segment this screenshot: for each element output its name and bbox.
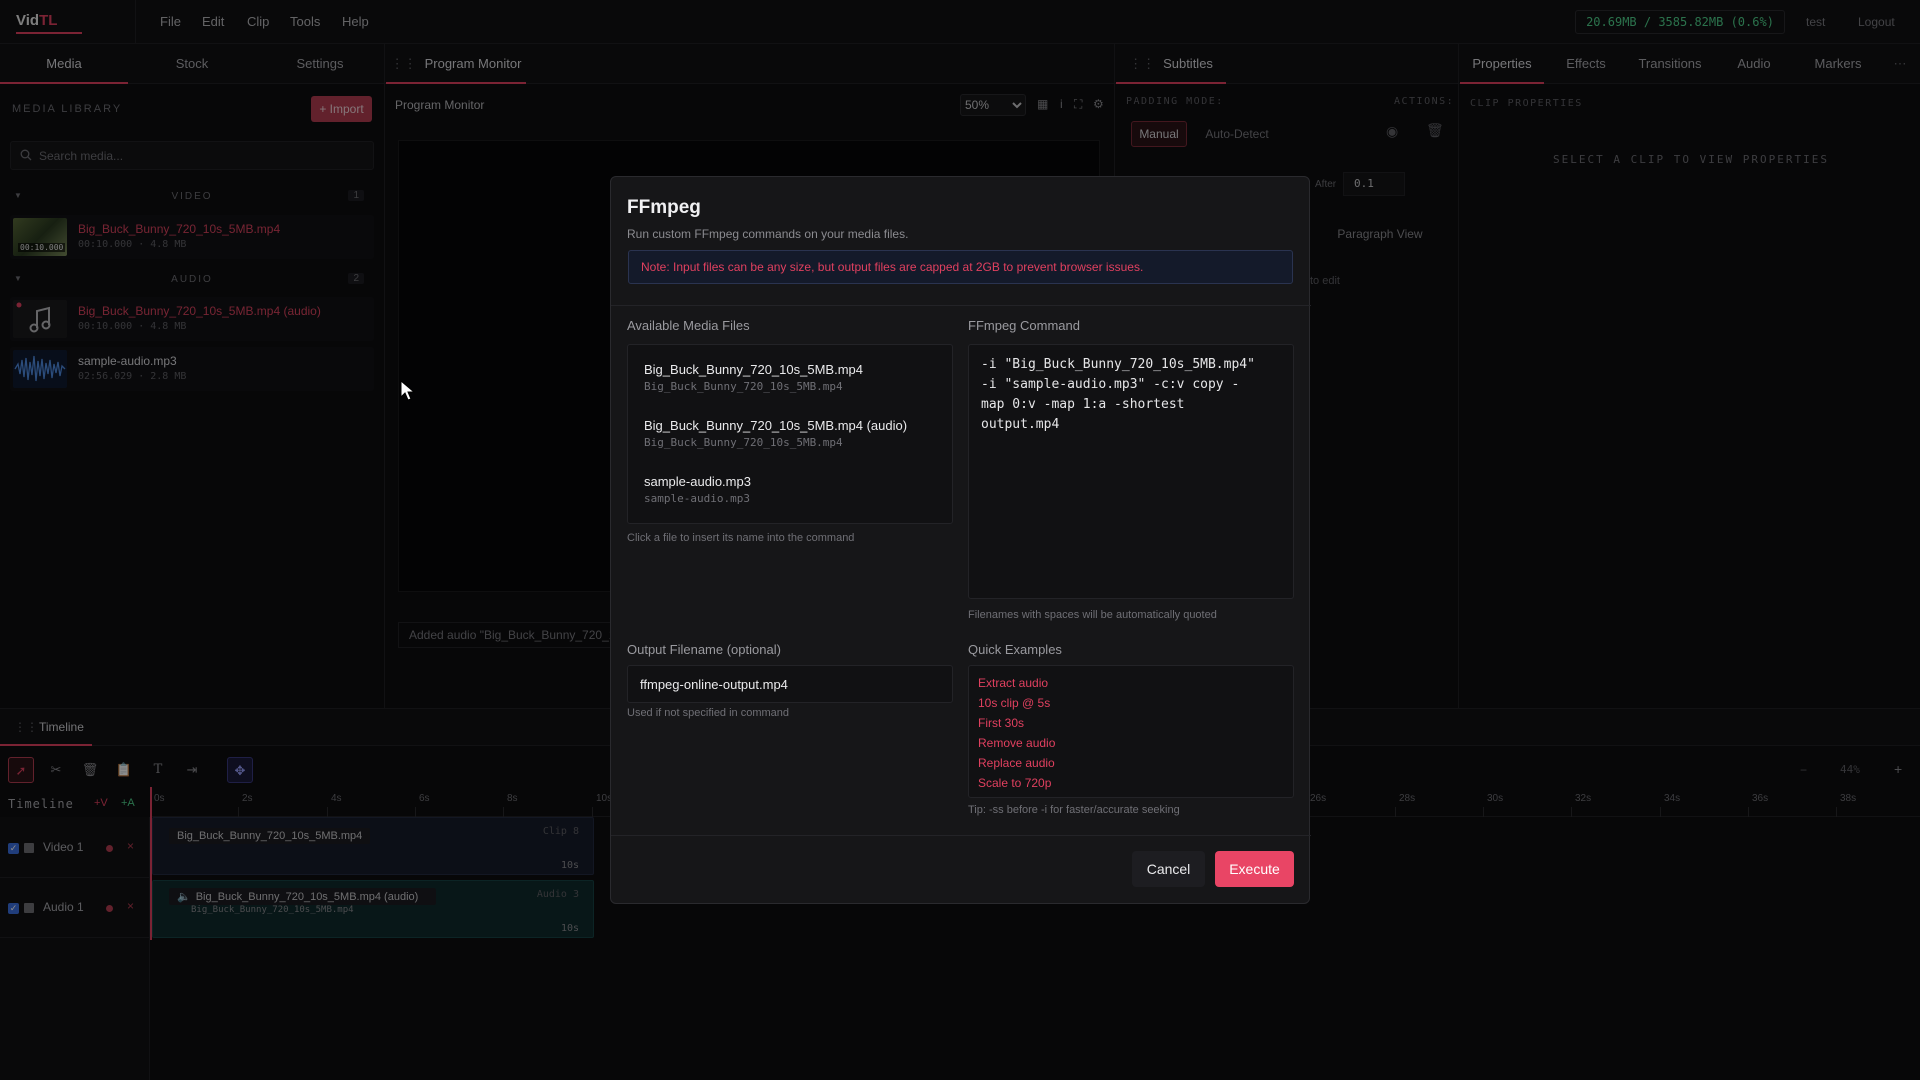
dialog-subtitle: Run custom FFmpeg commands on your media…	[627, 227, 909, 241]
file-name: Big_Buck_Bunny_720_10s_5MB.mp4	[644, 362, 863, 377]
file-sub: Big_Buck_Bunny_720_10s_5MB.mp4	[644, 380, 843, 393]
file-entry[interactable]: Big_Buck_Bunny_720_10s_5MB.mp4 Big_Buck_…	[644, 362, 944, 406]
files-hint: Click a file to insert its name into the…	[627, 532, 855, 544]
size-limit-note: Note: Input files can be any size, but o…	[628, 250, 1293, 284]
example-scale-720p[interactable]: Scale to 720p	[978, 773, 1284, 793]
file-entry[interactable]: Big_Buck_Bunny_720_10s_5MB.mp4 (audio) B…	[644, 418, 944, 462]
ffmpeg-dialog: FFmpeg Run custom FFmpeg commands on you…	[610, 176, 1311, 904]
divider	[611, 835, 1311, 836]
command-hint: Filenames with spaces will be automatica…	[968, 609, 1217, 621]
examples-hint: Tip: -ss before -i for faster/accurate s…	[968, 804, 1180, 816]
file-name: sample-audio.mp3	[644, 474, 751, 489]
media-files-list: Big_Buck_Bunny_720_10s_5MB.mp4 Big_Buck_…	[627, 344, 953, 524]
output-filename-input[interactable]	[627, 665, 953, 703]
divider	[611, 305, 1311, 306]
dialog-title: FFmpeg	[627, 197, 701, 218]
file-sub: Big_Buck_Bunny_720_10s_5MB.mp4	[644, 436, 843, 449]
ffmpeg-command-input[interactable]: -i "Big_Buck_Bunny_720_10s_5MB.mp4" -i "…	[968, 344, 1294, 599]
files-label: Available Media Files	[627, 318, 750, 333]
quick-examples: Extract audio 10s clip @ 5s First 30s Re…	[968, 665, 1294, 798]
example-extract-audio[interactable]: Extract audio	[978, 673, 1284, 693]
file-sub: sample-audio.mp3	[644, 492, 750, 505]
mouse-cursor-icon	[400, 380, 416, 401]
output-label: Output Filename (optional)	[627, 642, 781, 657]
cancel-button[interactable]: Cancel	[1132, 851, 1205, 887]
file-name: Big_Buck_Bunny_720_10s_5MB.mp4 (audio)	[644, 418, 908, 433]
execute-button[interactable]: Execute	[1215, 851, 1294, 887]
example-replace-audio[interactable]: Replace audio	[978, 753, 1284, 773]
examples-label: Quick Examples	[968, 642, 1062, 657]
example-first-30s[interactable]: First 30s	[978, 713, 1284, 733]
file-entry[interactable]: sample-audio.mp3 sample-audio.mp3	[644, 474, 944, 518]
output-hint: Used if not specified in command	[627, 707, 790, 719]
example-remove-audio[interactable]: Remove audio	[978, 733, 1284, 753]
command-label: FFmpeg Command	[968, 318, 1080, 333]
example-10s-clip[interactable]: 10s clip @ 5s	[978, 693, 1284, 713]
